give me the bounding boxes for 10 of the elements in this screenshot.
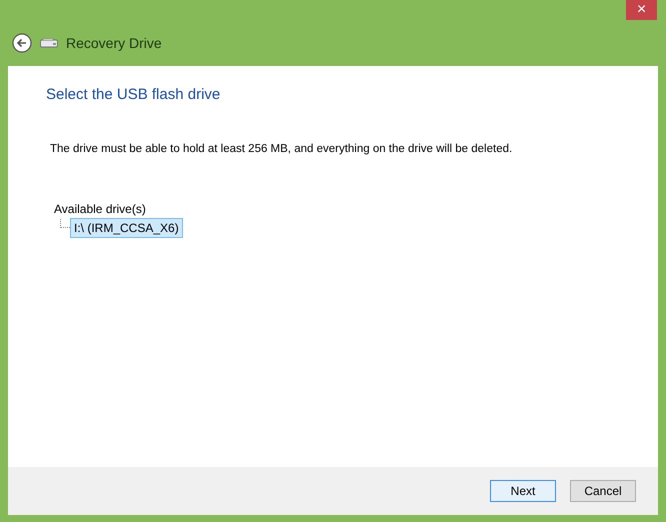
tree-label: Available drive(s)	[54, 201, 147, 218]
next-button[interactable]: Next	[490, 480, 556, 502]
drive-item[interactable]: I:\ (IRM_CCSA_X6)	[70, 218, 183, 238]
description-text: The drive must be able to hold at least 256 MB, and everything on the drive will be deleted.	[50, 142, 514, 157]
back-icon[interactable]	[12, 33, 32, 53]
close-button[interactable]: ×	[626, 0, 657, 20]
page-heading: Select the USB flash drive	[46, 86, 222, 104]
drive-icon	[40, 38, 58, 48]
window-title: Recovery Drive	[66, 34, 162, 53]
cancel-button[interactable]: Cancel	[570, 480, 636, 502]
